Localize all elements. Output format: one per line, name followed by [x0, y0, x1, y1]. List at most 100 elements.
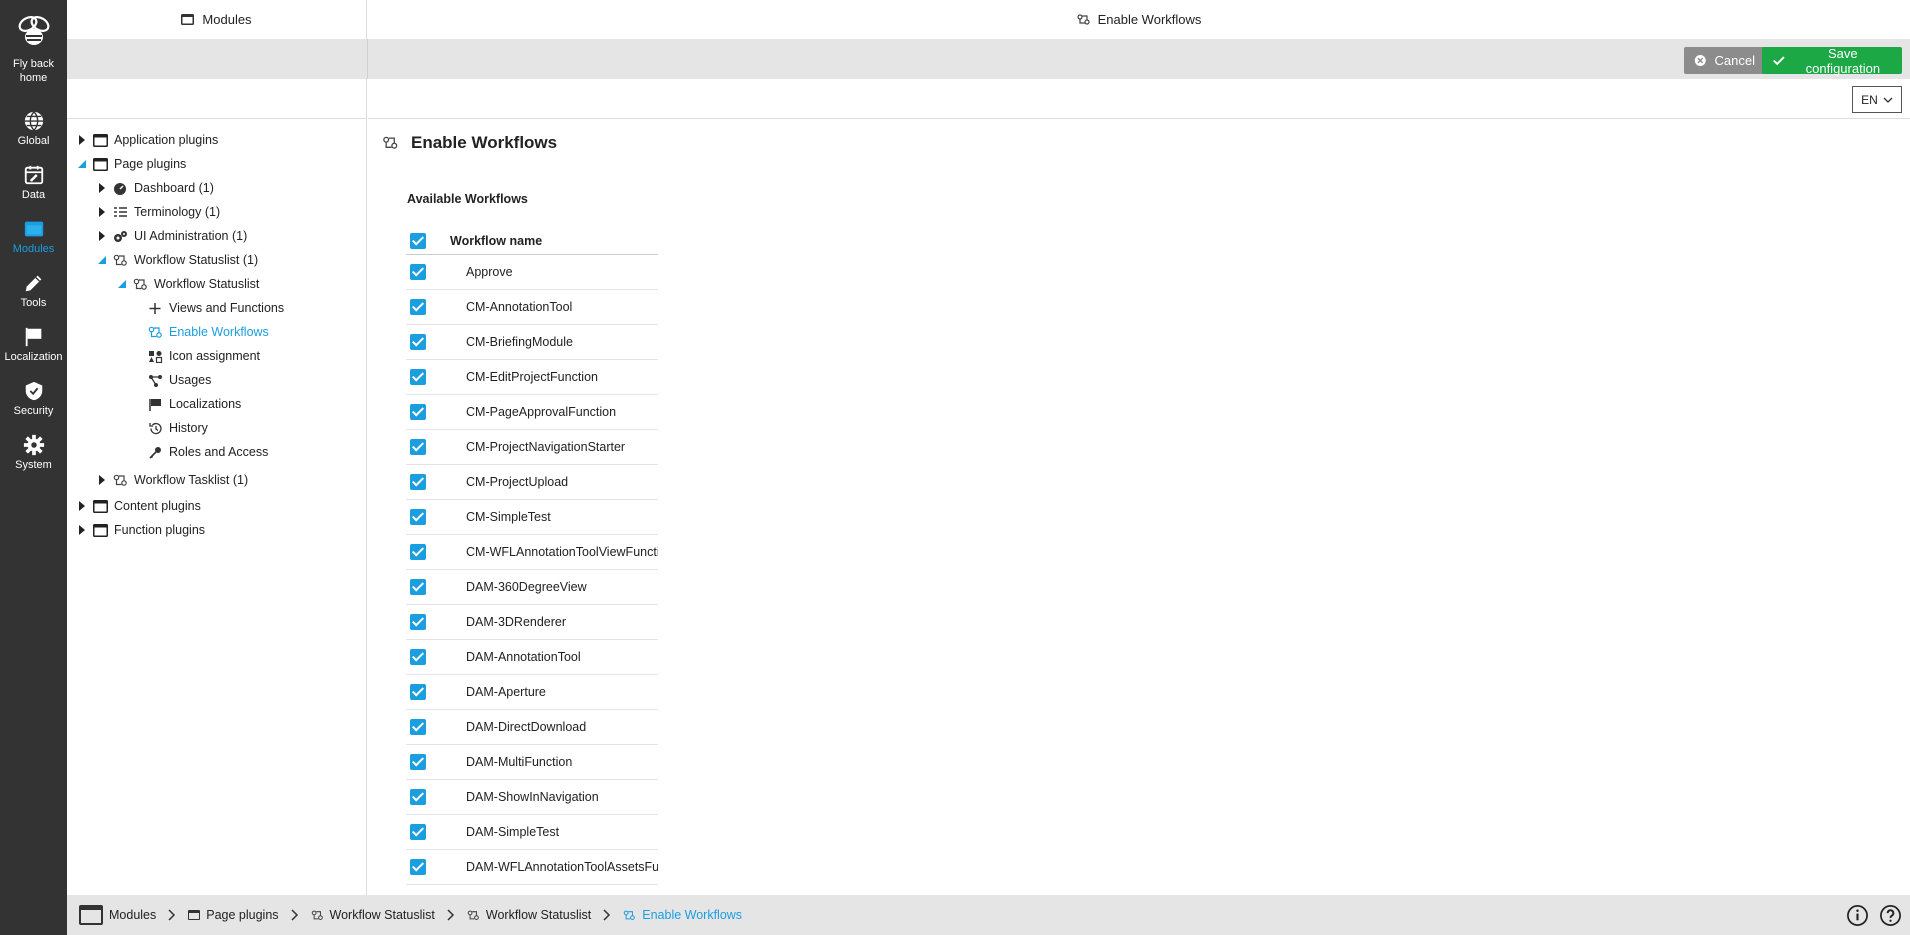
breadcrumb-item-workflow-statuslist[interactable]: Workflow Statuslist [467, 908, 591, 922]
workflow-icon [311, 910, 323, 920]
workflow-checkbox[interactable] [410, 824, 426, 840]
workflow-checkbox[interactable] [410, 754, 426, 770]
table-row[interactable]: DAM-SimpleTest [406, 815, 658, 850]
workflow-icon [383, 136, 398, 149]
table-row[interactable]: DAM-360DegreeView [406, 570, 658, 605]
breadcrumb-item-page-plugins[interactable]: Page plugins [188, 908, 279, 922]
workflow-checkbox[interactable] [410, 404, 426, 420]
breadcrumb-item-enable-workflows[interactable]: Enable Workflows [623, 908, 742, 922]
table-row[interactable]: DAM-MultiFunction [406, 745, 658, 780]
workflow-checkbox[interactable] [410, 544, 426, 560]
rail-item-global[interactable]: Global [0, 104, 67, 152]
workflow-checkbox[interactable] [410, 264, 426, 280]
workflow-checkbox[interactable] [410, 614, 426, 630]
tree-node-usages[interactable]: Usages [148, 369, 211, 391]
select-all-checkbox[interactable] [410, 232, 426, 249]
expand-triangle-icon[interactable] [97, 207, 107, 217]
tree-node-function-plugins[interactable]: Function plugins [77, 519, 205, 541]
expand-triangle-icon[interactable] [77, 135, 87, 145]
plus-icon [149, 302, 161, 314]
workflow-checkbox[interactable] [410, 509, 426, 525]
collapse-triangle-icon[interactable] [77, 159, 87, 169]
footer-icons [1846, 904, 1902, 927]
info-icon[interactable] [1846, 904, 1869, 927]
table-row[interactable]: CM-SimpleTest [406, 500, 658, 535]
tree-node-content-plugins[interactable]: Content plugins [77, 495, 201, 517]
table-row[interactable]: DAM-DirectDownload [406, 710, 658, 745]
help-icon[interactable] [1879, 904, 1902, 927]
workflow-checkbox[interactable] [410, 439, 426, 455]
gear-icon [23, 434, 44, 456]
workflow-checkbox[interactable] [410, 369, 426, 385]
table-row[interactable]: DAM-ShowInNavigation [406, 780, 658, 815]
breadcrumb-item-modules[interactable]: Modules [79, 905, 156, 925]
expand-triangle-icon[interactable] [97, 475, 107, 485]
tree-subbar [67, 79, 367, 119]
tree-node-workflow-statuslist-group[interactable]: Workflow Statuslist (1) [97, 249, 258, 271]
workflow-checkbox[interactable] [410, 649, 426, 665]
tree-node-page-plugins[interactable]: Page plugins [77, 153, 186, 175]
rail-item-modules[interactable]: Modules [0, 212, 67, 260]
table-row[interactable]: CM-EditProjectFunction [406, 360, 658, 395]
tree-node-workflow-tasklist[interactable]: Workflow Tasklist (1) [97, 469, 248, 491]
language-value: EN [1861, 92, 1878, 107]
bee-logo-icon [18, 16, 49, 45]
cancel-button[interactable]: Cancel [1684, 47, 1765, 74]
table-row[interactable]: CM-BriefingModule [406, 325, 658, 360]
workflow-checkbox[interactable] [410, 684, 426, 700]
tree-node-application-plugins[interactable]: Application plugins [77, 129, 218, 151]
table-row[interactable]: CM-WFLAnnotationToolViewFunctio [406, 535, 658, 570]
workflow-name: Approve [466, 265, 513, 279]
workflow-name: CM-PageApprovalFunction [466, 405, 617, 419]
save-configuration-button[interactable]: Save configuration [1762, 46, 1902, 76]
tree-node-dashboard[interactable]: Dashboard (1) [97, 177, 214, 199]
workflow-checkbox[interactable] [410, 789, 426, 805]
language-select[interactable]: EN [1852, 86, 1902, 113]
rail-item-tools[interactable]: Tools [0, 266, 67, 314]
table-row[interactable]: CM-ProjectUpload [406, 465, 658, 500]
rail-item-modules-label: Modules [12, 243, 55, 255]
main-navigation-rail: Fly back home Global Data Modules Tools … [0, 0, 67, 935]
workflow-checkbox[interactable] [410, 299, 426, 315]
workflow-checkbox[interactable] [410, 474, 426, 490]
tree-node-icon-assignment[interactable]: Icon assignment [148, 345, 260, 367]
calendar-edit-icon [24, 165, 43, 185]
table-row[interactable]: CM-AnnotationTool [406, 290, 658, 325]
table-row[interactable]: CM-PageApprovalFunction [406, 395, 658, 430]
table-row[interactable]: CM-ProjectNavigationStarter [406, 430, 658, 465]
rail-item-localization-label: Localization [4, 351, 63, 363]
expand-triangle-icon[interactable] [77, 501, 87, 511]
table-row[interactable]: DAM-WFLAnnotationToolAssetsFur [406, 850, 658, 885]
table-row[interactable]: DAM-3DRenderer [406, 605, 658, 640]
collapse-triangle-icon[interactable] [117, 279, 127, 289]
table-row[interactable]: DAM-AnnotationTool [406, 640, 658, 675]
chevron-right-icon [603, 909, 611, 921]
table-row[interactable]: Approve [406, 255, 658, 290]
workflow-checkbox[interactable] [410, 719, 426, 735]
tree-node-ui-administration[interactable]: UI Administration (1) [97, 225, 247, 247]
tree-node-terminology[interactable]: Terminology (1) [97, 201, 220, 223]
rail-item-security[interactable]: Security [0, 374, 67, 422]
rail-item-data[interactable]: Data [0, 158, 67, 206]
expand-triangle-icon[interactable] [97, 183, 107, 193]
tree-node-workflow-statuslist[interactable]: Workflow Statuslist [117, 273, 259, 295]
rail-item-localization[interactable]: Localization [0, 320, 67, 368]
tree-node-localizations[interactable]: Localizations [148, 393, 241, 415]
rail-item-system[interactable]: System [0, 428, 67, 476]
tree-node-history[interactable]: History [148, 417, 208, 439]
collapse-triangle-icon[interactable] [97, 255, 107, 265]
fly-back-home-button[interactable]: Fly back home [0, 8, 67, 85]
workflow-checkbox[interactable] [410, 859, 426, 875]
workflow-name: CM-AnnotationTool [466, 300, 573, 314]
expand-triangle-icon[interactable] [77, 525, 87, 535]
tree-node-label: Terminology (1) [134, 205, 221, 219]
tree-node-enable-workflows[interactable]: Enable Workflows [148, 321, 269, 343]
tree-node-roles-and-access[interactable]: Roles and Access [148, 441, 268, 463]
workflow-checkbox[interactable] [410, 334, 426, 350]
expand-triangle-icon[interactable] [97, 231, 107, 241]
content-panel: Enable Workflows Available Workflows Wor… [368, 119, 1910, 895]
workflow-checkbox[interactable] [410, 579, 426, 595]
breadcrumb-item-workflow-statuslist-group[interactable]: Workflow Statuslist [311, 908, 435, 922]
tree-node-views-and-functions[interactable]: Views and Functions [148, 297, 284, 319]
table-row[interactable]: DAM-Aperture [406, 675, 658, 710]
